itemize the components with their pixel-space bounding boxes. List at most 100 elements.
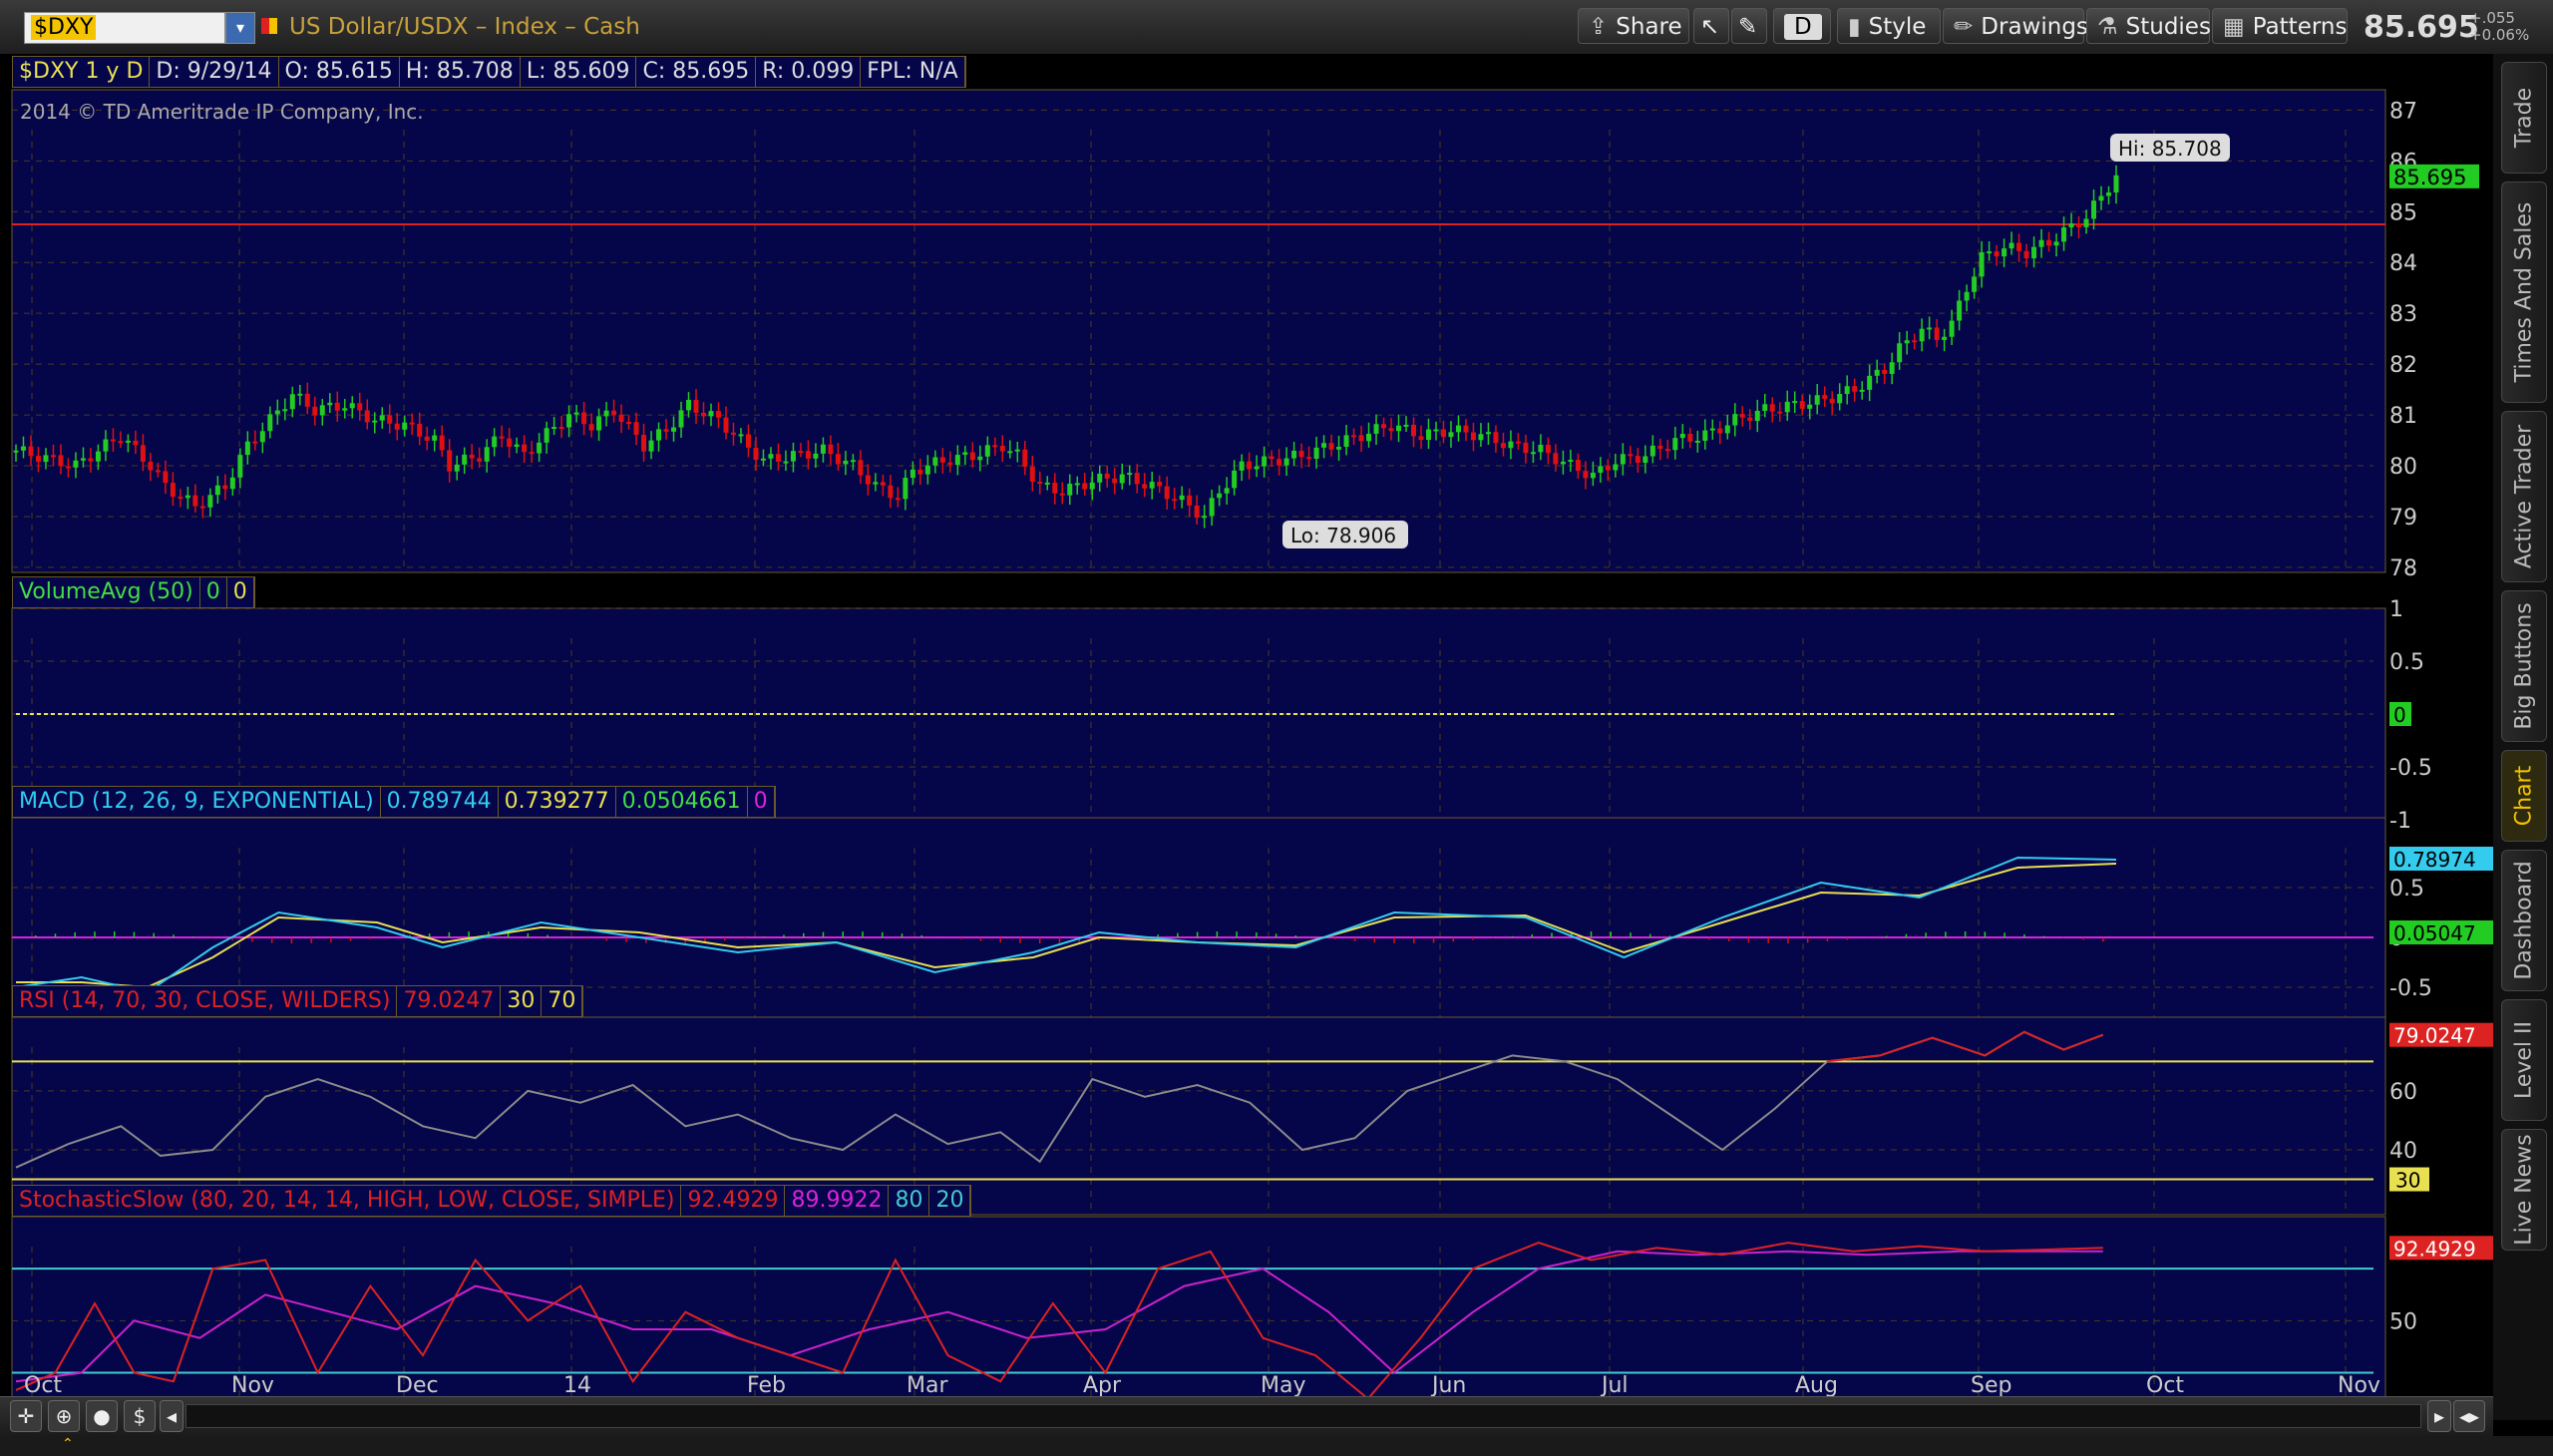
candle-body [364, 410, 370, 423]
chart-area[interactable]: 78798081828384858687 10.50-0.5-10 0.50-0… [0, 54, 2493, 1450]
candle-body [977, 456, 983, 461]
chart-scrollbar[interactable] [185, 1404, 2421, 1428]
candle-body [2002, 248, 2007, 257]
candle-body [537, 442, 543, 454]
y-tick-label: -0.5 [2389, 756, 2432, 781]
sidebar-tab-chart[interactable]: Chart [2501, 750, 2547, 842]
candle-body [835, 454, 841, 465]
share-button[interactable]: ⇪ Share [1578, 8, 1689, 44]
style-button[interactable]: ▮ Style [1837, 8, 1941, 44]
candle-body [1964, 291, 1970, 301]
candle-body [2053, 241, 2059, 246]
candle-body [1478, 434, 1484, 441]
candle-body [1373, 424, 1379, 434]
sidebar-tab-live-news[interactable]: Live News [2501, 1129, 2547, 1251]
sidebar-tab-dashboard[interactable]: Dashboard [2501, 850, 2547, 991]
stoch-header: StochasticSlow (80, 20, 14, 14, HIGH, LO… [12, 1185, 972, 1217]
rsi-oversold-tag: 30 [2395, 1169, 2420, 1193]
sidebar-tab-level-ii[interactable]: Level II [2501, 999, 2547, 1121]
candle-body [484, 447, 490, 462]
drawing-set-button[interactable]: ● [86, 1400, 118, 1432]
candle-body [1874, 369, 1880, 376]
x-tick-label: May [1261, 1373, 1305, 1398]
studies-button[interactable]: ⚗ Studies [2086, 8, 2211, 44]
candle-body [1538, 444, 1544, 453]
rsi-header-name: RSI (14, 70, 30, CLOSE, WILDERS) [13, 986, 398, 1016]
candle-body [1067, 484, 1073, 496]
candle-body [566, 414, 572, 428]
candle-body [663, 429, 669, 432]
scroll-right-button[interactable]: ▸ [2427, 1400, 2451, 1432]
zoom-button[interactable]: ⊕ [48, 1400, 80, 1432]
last-price-tag: 85.695 [2393, 166, 2466, 189]
candle-body [701, 412, 707, 417]
candle-body [1328, 443, 1334, 450]
candle-body [80, 458, 86, 461]
candle-body [1972, 276, 1978, 292]
drawings-button[interactable]: ✏ Drawings [1943, 8, 2088, 44]
candle-body [447, 450, 453, 472]
candle-body [2091, 200, 2097, 219]
y-tick-label: 1 [2389, 597, 2403, 622]
price-header-fpl: FPL: N/A [861, 57, 965, 87]
candle-body [1254, 466, 1260, 470]
candle-body [723, 417, 729, 433]
rsi-header-v1: 79.0247 [397, 986, 502, 1016]
cursor-tool-button[interactable]: ↖ [1693, 8, 1729, 44]
circle-icon: ● [93, 1404, 111, 1428]
candle-body [581, 412, 587, 425]
candle-body [1291, 451, 1297, 459]
expand-button[interactable]: ◂▸ [2453, 1400, 2485, 1432]
sidebar-tab-trade[interactable]: Trade [2501, 62, 2547, 174]
sidebar-tab-times-and-sales[interactable]: Times And Sales [2501, 182, 2547, 403]
candle-body [267, 414, 273, 432]
candle-body [237, 455, 243, 478]
sidebar-tab-big-buttons[interactable]: Big Buttons [2501, 590, 2547, 742]
candle-body [2113, 175, 2119, 193]
price-type-button[interactable]: $ [124, 1400, 156, 1432]
symbol-input[interactable]: $DXY [24, 12, 225, 44]
candle-body [507, 438, 513, 448]
macd-header: MACD (12, 26, 9, EXPONENTIAL) 0.789744 0.7… [12, 786, 776, 818]
stoch-header-v2: 89.9922 [785, 1186, 890, 1216]
candle-body [1829, 398, 1835, 404]
candle-body [1276, 459, 1282, 466]
price-header-low: L: 85.609 [521, 57, 637, 87]
scroll-left-button[interactable]: ◂ [160, 1400, 183, 1432]
candle-body [1672, 438, 1678, 451]
candle-body [514, 444, 520, 448]
candle-body [1194, 505, 1200, 518]
wrench-icon: ✎ [1738, 14, 1758, 40]
candle-body [178, 497, 183, 500]
crosshair-button[interactable]: ✛ [10, 1400, 42, 1432]
patterns-button[interactable]: ▦ Patterns [2212, 8, 2348, 44]
settings-button[interactable]: ✎ [1731, 8, 1767, 44]
collapse-icon[interactable]: ⌃ [62, 1436, 74, 1452]
period-button[interactable]: D [1773, 8, 1831, 44]
symbol-dropdown-button[interactable]: ▾ [225, 12, 255, 44]
price-y-tick: 80 [2389, 455, 2417, 480]
candle-body [588, 424, 594, 431]
candle-body [1425, 429, 1431, 441]
candle-body [1052, 482, 1058, 494]
price-y-tick: 83 [2389, 302, 2417, 327]
macd-header-v3: 0.0504661 [616, 787, 748, 817]
candle-body [641, 435, 647, 452]
candle-body [1702, 430, 1708, 441]
candle-body [2068, 223, 2074, 228]
candle-body [1777, 411, 1783, 414]
candle-body [1949, 320, 1955, 337]
volume-header-v2: 0 [227, 577, 254, 607]
macd-header-v2: 0.739277 [499, 787, 616, 817]
candle-body [618, 414, 624, 422]
candle-body [148, 461, 154, 471]
candle-body [214, 485, 220, 496]
y-tick-label: 0.5 [2389, 877, 2424, 902]
candle-body [1440, 429, 1446, 438]
candle-body [274, 410, 280, 415]
candle-body [1470, 432, 1476, 441]
candle-body [1463, 425, 1469, 433]
sidebar-tab-active-trader[interactable]: Active Trader [2501, 411, 2547, 582]
candle-body [1739, 414, 1745, 418]
candle-body [522, 444, 528, 453]
